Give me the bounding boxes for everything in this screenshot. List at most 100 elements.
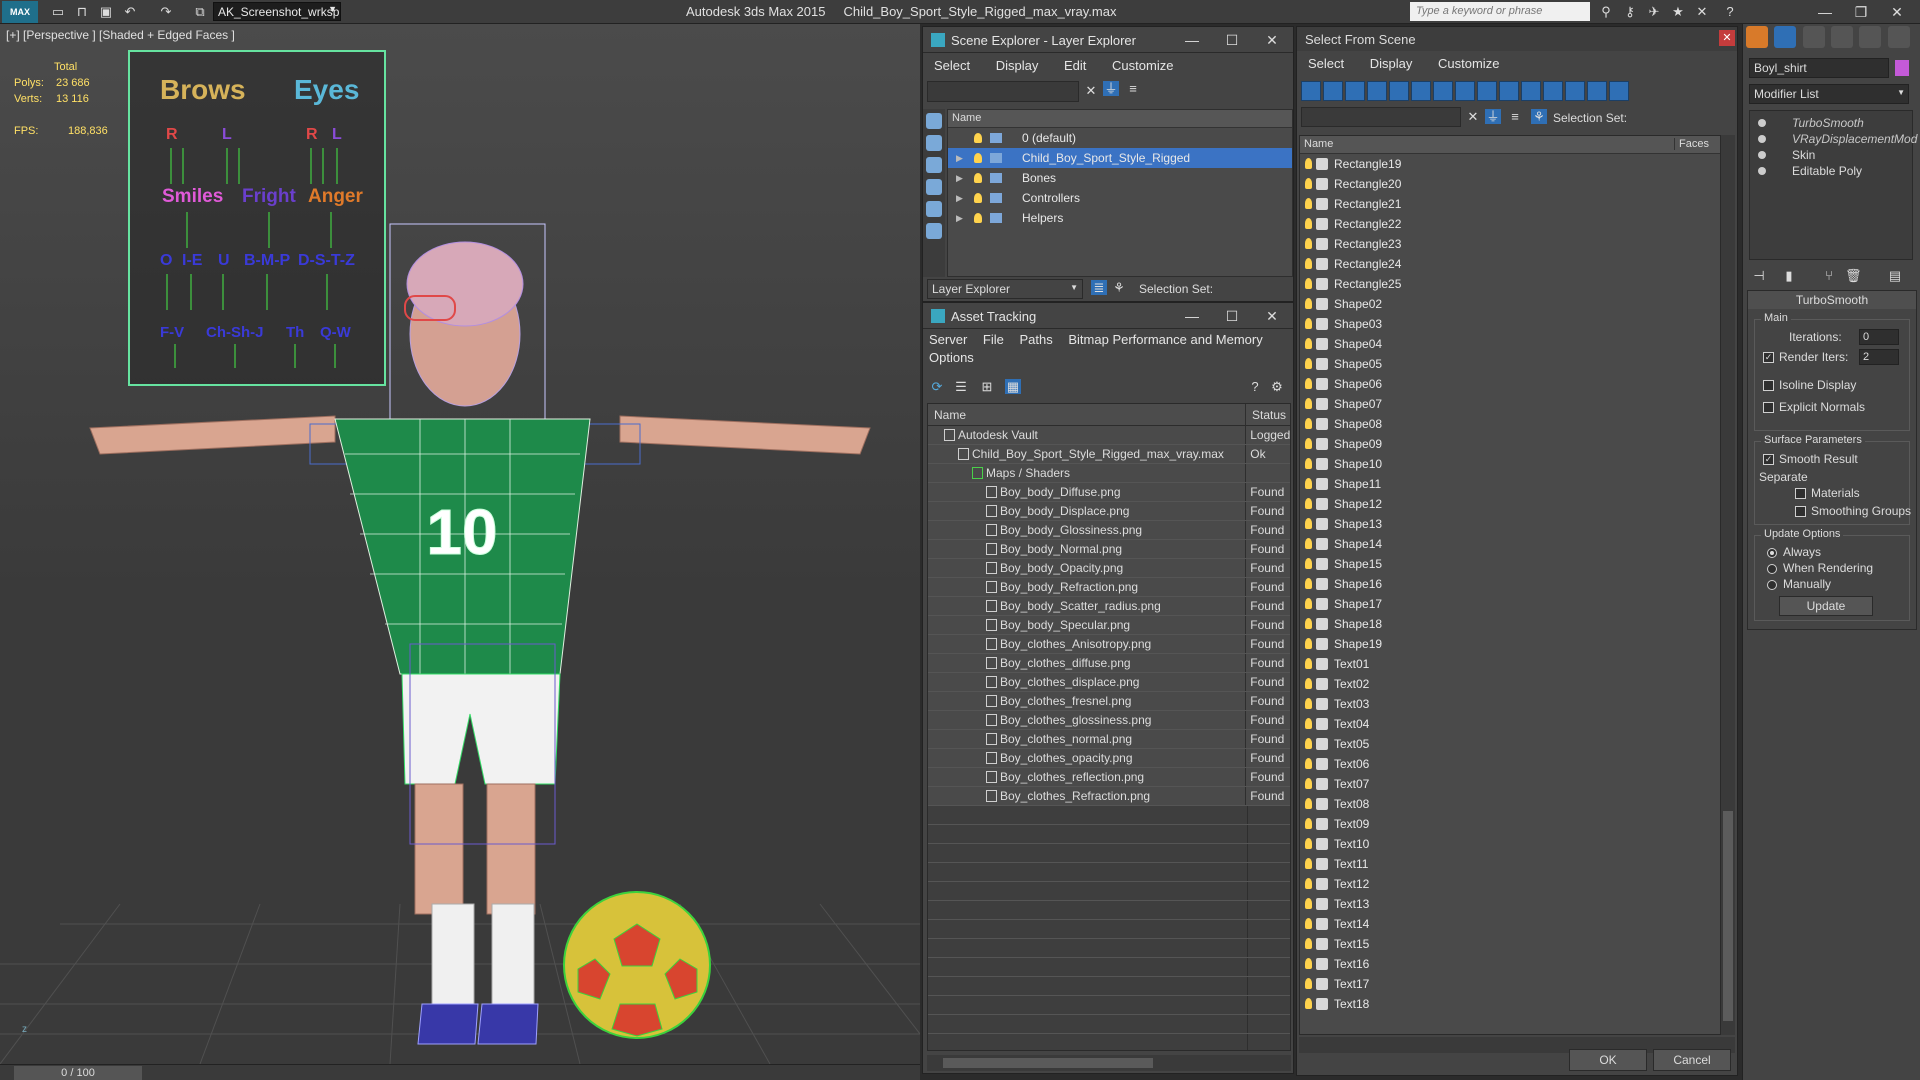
visibility-bulb-icon[interactable] bbox=[1305, 798, 1312, 809]
time-slider[interactable]: 0 / 100 bbox=[14, 1066, 142, 1080]
object-row[interactable]: Shape16 bbox=[1300, 574, 1720, 594]
visibility-bulb-icon[interactable] bbox=[1305, 938, 1312, 949]
object-row[interactable]: Text12 bbox=[1300, 874, 1720, 894]
asset-tracking-titlebar[interactable]: Asset Tracking — ☐ ✕ bbox=[923, 303, 1293, 329]
object-row[interactable]: Shape11 bbox=[1300, 474, 1720, 494]
object-row[interactable]: Shape07 bbox=[1300, 394, 1720, 414]
display-lights-icon[interactable] bbox=[926, 179, 942, 195]
key-icon[interactable]: ⚷ bbox=[1622, 4, 1638, 19]
visibility-bulb-icon[interactable] bbox=[1305, 998, 1312, 1009]
horizontal-scrollbar[interactable] bbox=[927, 1055, 1291, 1071]
maximize-button[interactable]: ☐ bbox=[1215, 305, 1249, 327]
visibility-bulb-icon[interactable] bbox=[1305, 878, 1312, 889]
asset-row[interactable]: Boy_clothes_normal.png Found bbox=[928, 730, 1290, 749]
motion-tab-icon[interactable] bbox=[1831, 26, 1854, 48]
modifier-stack-item[interactable]: Editable Poly bbox=[1750, 163, 1912, 179]
object-row[interactable]: Shape18 bbox=[1300, 614, 1720, 634]
close-button[interactable]: ✕ bbox=[1882, 2, 1912, 22]
visibility-bulb-icon[interactable] bbox=[1305, 958, 1312, 969]
modifier-toggle-icon[interactable] bbox=[1758, 151, 1766, 159]
display-helpers-icon[interactable] bbox=[926, 223, 942, 239]
display-cameras-icon[interactable] bbox=[1367, 81, 1387, 101]
asset-row[interactable]: Boy_clothes_reflection.png Found bbox=[928, 768, 1290, 787]
modifier-toggle-icon[interactable] bbox=[1758, 135, 1766, 143]
visibility-bulb-icon[interactable] bbox=[974, 173, 982, 183]
scene-explorer-search-input[interactable] bbox=[927, 81, 1079, 102]
layer-tree-header[interactable]: Name bbox=[948, 110, 1292, 128]
object-row[interactable]: Shape05 bbox=[1300, 354, 1720, 374]
display-shapes-icon[interactable] bbox=[926, 157, 942, 173]
asset-row[interactable]: Boy_body_Diffuse.png Found bbox=[928, 483, 1290, 502]
menu-edit[interactable]: Edit bbox=[1053, 55, 1097, 76]
display-geometry-icon[interactable] bbox=[926, 135, 942, 151]
settings-icon[interactable]: ⚙ bbox=[1269, 379, 1285, 394]
select-from-scene-titlebar[interactable]: Select From Scene ✕ bbox=[1297, 27, 1737, 51]
modify-tab-icon[interactable] bbox=[1774, 26, 1797, 48]
hierarchy-icon[interactable]: ⚘ bbox=[1531, 109, 1547, 124]
iterations-spinner[interactable]: 0 bbox=[1859, 329, 1899, 345]
table-view-icon[interactable]: ▦ bbox=[1005, 379, 1021, 394]
object-row[interactable]: Text04 bbox=[1300, 714, 1720, 734]
visibility-bulb-icon[interactable] bbox=[1305, 838, 1312, 849]
smoothing-groups-checkbox[interactable] bbox=[1795, 506, 1806, 517]
visibility-bulb-icon[interactable] bbox=[1305, 378, 1312, 389]
layer-row[interactable]: ▶ Bones bbox=[948, 168, 1292, 188]
scrollbar-thumb[interactable] bbox=[1723, 811, 1733, 1021]
smooth-result-checkbox[interactable]: ✓ bbox=[1763, 454, 1774, 465]
menu-customize[interactable]: Customize bbox=[1427, 53, 1510, 74]
asset-row[interactable]: Boy_clothes_Anisotropy.png Found bbox=[928, 635, 1290, 654]
layer-row[interactable]: ▶ Helpers bbox=[948, 208, 1292, 228]
asset-row[interactable]: Boy_clothes_opacity.png Found bbox=[928, 749, 1290, 768]
minimize-button[interactable]: — bbox=[1175, 305, 1209, 327]
col-status[interactable]: Status bbox=[1246, 404, 1290, 425]
vertical-scrollbar[interactable] bbox=[1721, 135, 1735, 1035]
object-row[interactable]: Shape03 bbox=[1300, 314, 1720, 334]
scrollbar-thumb[interactable] bbox=[943, 1058, 1153, 1068]
pin-stack-icon[interactable]: ⊣ bbox=[1751, 268, 1767, 283]
visibility-bulb-icon[interactable] bbox=[1305, 478, 1312, 489]
object-row[interactable]: Text05 bbox=[1300, 734, 1720, 754]
close-button[interactable]: ✕ bbox=[1255, 29, 1289, 51]
asset-row[interactable]: Boy_body_Refraction.png Found bbox=[928, 578, 1290, 597]
menu-display[interactable]: Display bbox=[985, 55, 1050, 76]
visibility-bulb-icon[interactable] bbox=[1305, 898, 1312, 909]
asset-row[interactable]: Boy_body_Opacity.png Found bbox=[928, 559, 1290, 578]
explicit-normals-checkbox[interactable] bbox=[1763, 402, 1774, 413]
object-row[interactable]: Rectangle25 bbox=[1300, 274, 1720, 294]
display-all-icon[interactable] bbox=[1565, 81, 1585, 101]
scene-explorer-titlebar[interactable]: Scene Explorer - Layer Explorer — ☐ ✕ bbox=[923, 27, 1293, 53]
object-row[interactable]: Text06 bbox=[1300, 754, 1720, 774]
close-search-icon[interactable]: ✕ bbox=[1694, 4, 1710, 19]
filter-icon[interactable]: ⏚ bbox=[1485, 109, 1501, 124]
modifier-list-dropdown[interactable]: Modifier List ▼ bbox=[1749, 84, 1909, 104]
asset-row[interactable]: Boy_clothes_glossiness.png Found bbox=[928, 711, 1290, 730]
display-groups-icon[interactable] bbox=[1433, 81, 1453, 101]
object-row[interactable]: Text08 bbox=[1300, 794, 1720, 814]
visibility-bulb-icon[interactable] bbox=[1305, 778, 1312, 789]
object-row[interactable]: Shape10 bbox=[1300, 454, 1720, 474]
asset-row[interactable]: Boy_clothes_Refraction.png Found bbox=[928, 787, 1290, 806]
visibility-bulb-icon[interactable] bbox=[1305, 438, 1312, 449]
app-logo[interactable]: MAX bbox=[2, 1, 38, 23]
visibility-bulb-icon[interactable] bbox=[1305, 738, 1312, 749]
display-lights-icon[interactable] bbox=[1345, 81, 1365, 101]
display-objects-icon[interactable] bbox=[926, 113, 942, 129]
maximize-button[interactable]: ☐ bbox=[1215, 29, 1249, 51]
asset-row[interactable]: Boy_body_Scatter_radius.png Found bbox=[928, 597, 1290, 616]
render-iters-spinner[interactable]: 2 bbox=[1859, 349, 1899, 365]
asset-row[interactable]: Boy_body_Specular.png Found bbox=[928, 616, 1290, 635]
clear-filter-icon[interactable]: ✕ bbox=[1083, 83, 1099, 98]
visibility-bulb-icon[interactable] bbox=[1305, 498, 1312, 509]
display-hidden-icon[interactable] bbox=[1543, 81, 1563, 101]
visibility-bulb-icon[interactable] bbox=[1305, 558, 1312, 569]
display-bones-icon[interactable] bbox=[1477, 81, 1497, 101]
visibility-bulb-icon[interactable] bbox=[1305, 158, 1312, 169]
object-row[interactable]: Shape13 bbox=[1300, 514, 1720, 534]
object-row[interactable]: Shape14 bbox=[1300, 534, 1720, 554]
display-none-icon[interactable] bbox=[1587, 81, 1607, 101]
menu-bitmap-performance[interactable]: Bitmap Performance and Memory bbox=[1062, 329, 1268, 350]
visibility-bulb-icon[interactable] bbox=[974, 153, 982, 163]
scene-search-input[interactable] bbox=[1301, 107, 1461, 127]
layer-tools-icon[interactable]: ≡ bbox=[1507, 109, 1523, 124]
restore-button[interactable]: ❐ bbox=[1846, 2, 1876, 22]
